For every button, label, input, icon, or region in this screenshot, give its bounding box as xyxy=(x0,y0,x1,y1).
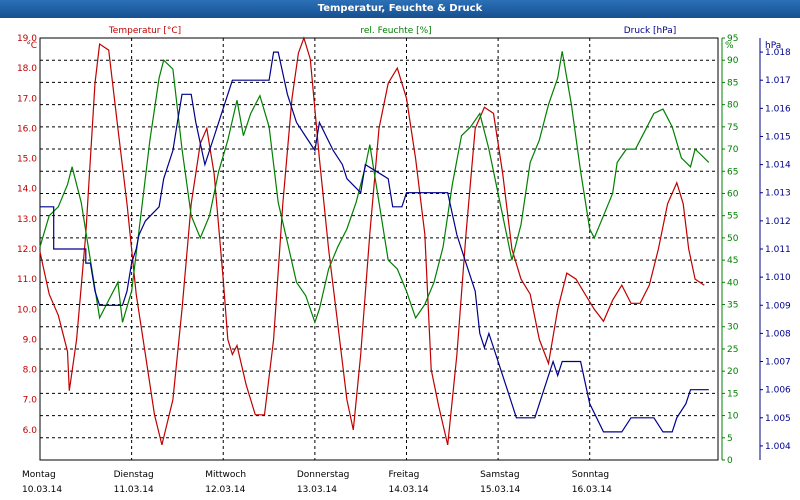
humidity-tick-label: 15 xyxy=(727,389,738,399)
x-tick-date-label: 14.03.14 xyxy=(388,485,428,495)
humidity-tick-label: 20 xyxy=(727,367,739,377)
humidity-tick-label: 25 xyxy=(727,345,738,355)
x-tick-day-label: Sonntag xyxy=(572,470,609,480)
series-label: Temperatur [°C] xyxy=(108,26,181,36)
x-tick-day-label: Samstag xyxy=(480,470,519,480)
temperature-tick-label: 6.0 xyxy=(23,426,38,436)
pressure-tick-label: 1.016 xyxy=(765,104,791,114)
humidity-tick-label: 40 xyxy=(727,278,739,288)
pressure-tick-label: 1.018 xyxy=(765,48,791,58)
humidity-tick-label: 45 xyxy=(727,256,738,266)
series-label: Druck [hPa] xyxy=(624,26,677,36)
x-tick-day-label: Montag xyxy=(22,470,56,480)
temperature-tick-label: 18.0 xyxy=(17,64,37,74)
humidity-tick-label: 80 xyxy=(727,101,739,111)
humidity-tick-label: 65 xyxy=(727,167,738,177)
temperature-tick-label: 19.0 xyxy=(17,34,37,44)
temperature-tick-label: 8.0 xyxy=(23,366,38,376)
pressure-tick-label: 1.004 xyxy=(765,442,791,452)
humidity-tick-label: 85 xyxy=(727,78,738,88)
x-tick-day-label: Donnerstag xyxy=(297,470,350,480)
humidity-tick-label: 55 xyxy=(727,212,738,222)
x-tick-date-label: 16.03.14 xyxy=(572,485,612,495)
temperature-tick-label: 17.0 xyxy=(17,94,37,104)
humidity-tick-label: 5 xyxy=(727,434,733,444)
pressure-tick-label: 1.007 xyxy=(765,358,791,368)
x-tick-day-label: Freitag xyxy=(388,470,419,480)
pressure-tick-label: 1.006 xyxy=(765,386,791,396)
temperature-tick-label: 13.0 xyxy=(17,215,37,225)
humidity-tick-label: 90 xyxy=(727,56,739,66)
chart-window: Temperatur, Feuchte & Druck °C 6.0 7.0 8.0 9… xyxy=(0,0,800,500)
x-tick-day-label: Dienstag xyxy=(114,470,154,480)
pressure-tick-label: 1.017 xyxy=(765,76,791,86)
humidity-tick-label: 50 xyxy=(727,234,739,244)
humidity-tick-label: 70 xyxy=(727,145,739,155)
temperature-tick-label: 15.0 xyxy=(17,155,37,165)
pressure-tick-label: 1.014 xyxy=(765,161,791,171)
x-tick-date-label: 11.03.14 xyxy=(114,485,154,495)
pressure-tick-label: 1.011 xyxy=(765,245,791,255)
x-tick-date-label: 15.03.14 xyxy=(480,485,520,495)
series-label: rel. Feuchte [%] xyxy=(360,26,431,36)
x-tick-date-label: 10.03.14 xyxy=(22,485,62,495)
humidity-tick-label: 10 xyxy=(727,412,739,422)
temperature-tick-label: 7.0 xyxy=(23,396,38,406)
temperature-tick-label: 9.0 xyxy=(23,335,38,345)
humidity-tick-label: 95 xyxy=(727,34,738,44)
humidity-tick-label: 75 xyxy=(727,123,738,133)
temperature-tick-label: 11.0 xyxy=(17,275,37,285)
chart-canvas: °C6.07.08.09.010.011.012.013.014.015.016… xyxy=(17,26,791,495)
plot-frame xyxy=(39,37,719,461)
humidity-tick-label: 35 xyxy=(727,301,738,311)
x-tick-day-label: Mittwoch xyxy=(205,470,246,480)
humidity-tick-label: 60 xyxy=(727,189,739,199)
humidity-tick-label: 0 xyxy=(727,456,733,466)
temperature-tick-label: 12.0 xyxy=(17,245,37,255)
temperature-tick-label: 14.0 xyxy=(17,185,37,195)
pressure-tick-label: 1.008 xyxy=(765,329,791,339)
pressure-tick-label: 1.012 xyxy=(765,217,791,227)
pressure-tick-label: 1.005 xyxy=(765,414,791,424)
temperature-tick-label: 16.0 xyxy=(17,124,37,134)
x-tick-date-label: 12.03.14 xyxy=(205,485,245,495)
pressure-tick-label: 1.013 xyxy=(765,189,791,199)
pressure-tick-label: 1.010 xyxy=(765,273,791,283)
x-tick-date-label: 13.03.14 xyxy=(297,485,337,495)
humidity-tick-label: 30 xyxy=(727,323,739,333)
temperature-tick-label: 10.0 xyxy=(17,305,37,315)
pressure-tick-label: 1.009 xyxy=(765,301,791,311)
pressure-tick-label: 1.015 xyxy=(765,132,791,142)
